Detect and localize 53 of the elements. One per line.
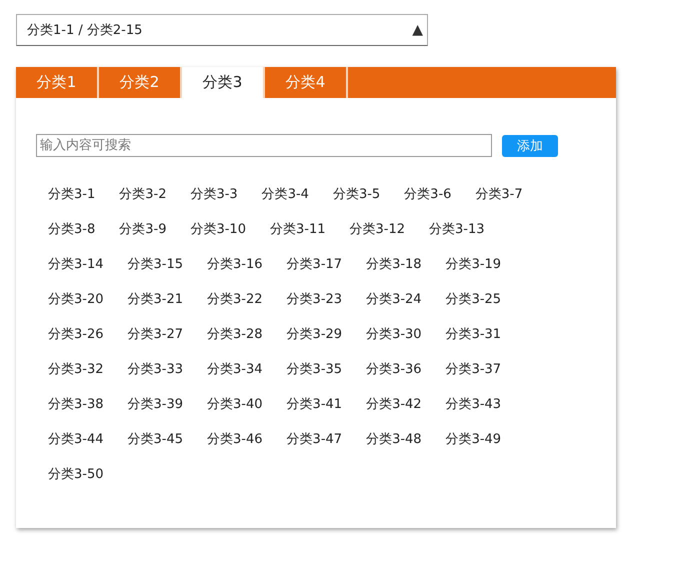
category-item[interactable]: 分类3-16: [195, 247, 275, 282]
category-item[interactable]: 分类3-22: [195, 282, 275, 317]
category-item[interactable]: 分类3-7: [463, 177, 535, 212]
category-item[interactable]: 分类3-50: [36, 457, 116, 492]
category-item[interactable]: 分类3-48: [354, 422, 434, 457]
category-item[interactable]: 分类3-20: [36, 282, 116, 317]
category-item[interactable]: 分类3-31: [434, 317, 514, 352]
category-item[interactable]: 分类3-5: [320, 177, 392, 212]
category-item[interactable]: 分类3-44: [36, 422, 116, 457]
category-item[interactable]: 分类3-38: [36, 387, 116, 422]
category-item[interactable]: 分类3-1: [36, 177, 108, 212]
category-item[interactable]: 分类3-43: [434, 387, 514, 422]
category-item[interactable]: 分类3-26: [36, 317, 116, 352]
category-item[interactable]: 分类3-41: [274, 387, 354, 422]
category-item[interactable]: 分类3-29: [274, 317, 354, 352]
category-item[interactable]: 分类3-36: [354, 352, 434, 387]
category-item[interactable]: 分类3-12: [338, 212, 418, 247]
category-item[interactable]: 分类3-19: [434, 247, 514, 282]
category-item[interactable]: 分类3-35: [274, 352, 354, 387]
category-item[interactable]: 分类3-21: [116, 282, 196, 317]
tab[interactable]: 分类3: [182, 67, 265, 98]
category-item[interactable]: 分类3-37: [434, 352, 514, 387]
category-item[interactable]: 分类3-27: [116, 317, 196, 352]
search-field[interactable]: 输入内容可搜索: [36, 134, 492, 157]
category-item[interactable]: 分类3-11: [258, 212, 338, 247]
category-item[interactable]: 分类3-24: [354, 282, 434, 317]
category-item[interactable]: 分类3-34: [195, 352, 275, 387]
category-item[interactable]: 分类3-25: [434, 282, 514, 317]
category-item[interactable]: 分类3-47: [274, 422, 354, 457]
category-item[interactable]: 分类3-42: [354, 387, 434, 422]
category-item[interactable]: 分类3-3: [178, 177, 250, 212]
category-item[interactable]: 分类3-10: [178, 212, 258, 247]
category-item[interactable]: 分类3-9: [107, 212, 178, 247]
category-item[interactable]: 分类3-23: [274, 282, 354, 317]
category-item[interactable]: 分类3-33: [116, 352, 196, 387]
category-item[interactable]: 分类3-32: [36, 352, 116, 387]
category-item[interactable]: 分类3-18: [354, 247, 434, 282]
category-item[interactable]: 分类3-8: [36, 212, 108, 247]
category-item[interactable]: 分类3-46: [195, 422, 275, 457]
category-item[interactable]: 分类3-39: [116, 387, 196, 422]
category-item[interactable]: 分类3-4: [250, 177, 321, 212]
category-item[interactable]: 分类3-30: [354, 317, 434, 352]
category-item[interactable]: 分类3-14: [36, 247, 116, 282]
dropdown-field[interactable]: 分类1-1 / 分类2-15 ▲: [16, 14, 428, 46]
category-item[interactable]: 分类3-17: [274, 247, 354, 282]
category-item[interactable]: 分类3-6: [392, 177, 464, 212]
category-item[interactable]: 分类3-2: [107, 177, 178, 212]
category-item[interactable]: 分类3-13: [417, 212, 497, 247]
category-item[interactable]: 分类3-45: [116, 422, 196, 457]
category-item[interactable]: 分类3-49: [434, 422, 514, 457]
category-item[interactable]: 分类3-40: [195, 387, 275, 422]
category-item[interactable]: 分类3-28: [195, 317, 275, 352]
category-item[interactable]: 分类3-15: [116, 247, 196, 282]
